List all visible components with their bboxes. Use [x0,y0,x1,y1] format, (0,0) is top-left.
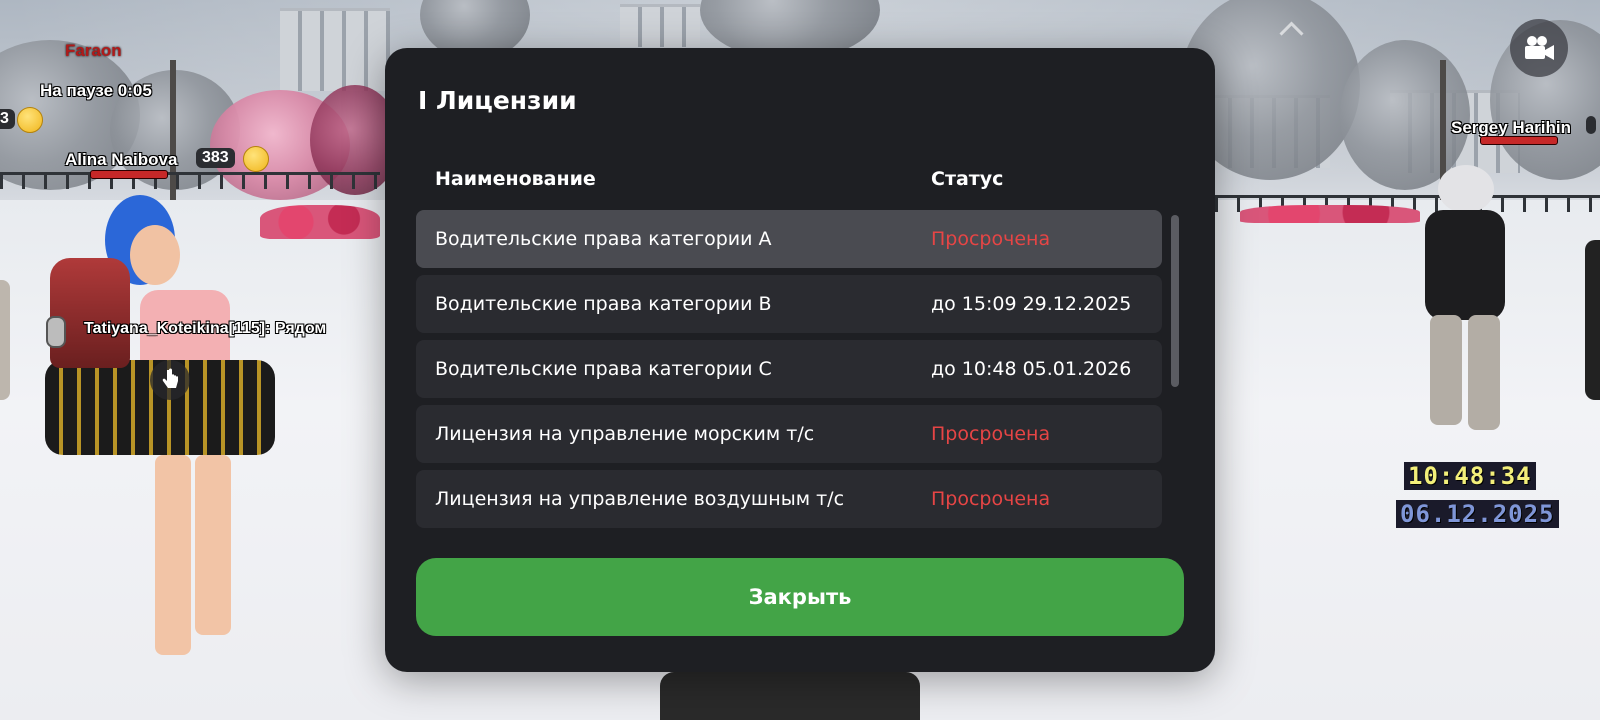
license-row[interactable]: Водительские права категории A Просрочен… [416,210,1162,268]
health-bar-alina [90,170,168,179]
character-leg [1468,315,1500,430]
license-row[interactable]: Лицензия на управление морским т/с Проср… [416,405,1162,463]
health-bar-sergey [1480,136,1558,145]
level-badge-alina: 383 [196,148,235,168]
license-name: Лицензия на управление воздушным т/с [435,488,845,510]
scooter [50,258,130,368]
hand-pointer-icon[interactable] [150,360,190,400]
close-button[interactable]: Закрыть [416,558,1184,636]
hand-pointer-glyph [162,368,178,388]
chat-bubble-tatiyana: Tatiyana_Koteikina[115]: Рядом [84,320,327,337]
game-clock-time: 10:48:34 [1404,462,1536,490]
column-header-status: Статус [931,168,1004,190]
sleepy-face-emoji-icon [17,107,43,133]
partial-character-edge [0,280,10,400]
nickname-alina: Alina Naibova [65,150,178,169]
partial-character-edge [1585,240,1600,400]
license-status: до 10:48 05.01.2026 [931,358,1132,380]
license-name: Водительские права категории C [435,358,772,380]
license-name: Лицензия на управление морским т/с [435,423,815,445]
flowerbed [1240,205,1420,223]
licenses-modal: I Лицензии Наименование Статус Водительс… [385,48,1215,672]
background-building [620,4,700,47]
character-shirt [1425,210,1505,320]
list-scrollbar[interactable] [1171,215,1179,387]
license-status: Просрочена [931,488,1051,510]
license-status: Просрочена [931,423,1051,445]
player-character-center [660,672,920,720]
license-name: Водительские права категории A [435,228,772,250]
license-name: Водительские права категории B [435,293,772,315]
character-cap [1438,165,1494,213]
game-clock-date: 06.12.2025 [1396,500,1559,528]
sleepy-face-emoji-icon [243,146,269,172]
character-face [130,225,180,285]
character-leg [155,455,191,655]
level-badge-partial-right [1586,116,1596,134]
camera-glyph [1525,36,1554,60]
column-header-name: Наименование [435,168,596,190]
character-leg [1430,315,1462,425]
pause-indicator: На паузе 0:05 [40,81,152,100]
nickname-faraon: Faraon [65,41,122,60]
license-row[interactable]: Водительские права категории B до 15:09 … [416,275,1162,333]
license-row[interactable]: Водительские права категории C до 10:48 … [416,340,1162,398]
park-fence [0,172,380,189]
modal-title: I Лицензии [418,86,577,115]
license-status: до 15:09 29.12.2025 [931,293,1132,315]
microphone-icon [46,316,66,348]
licenses-list[interactable]: Водительские права категории A Просрочен… [416,210,1162,572]
license-status: Просрочена [931,228,1051,250]
character-leg [195,455,231,635]
level-badge-partial: 3 [0,109,15,129]
background-building [280,8,390,91]
license-row[interactable]: Лицензия на управление воздушным т/с Про… [416,470,1162,528]
nickname-sergey: Sergey Harihin [1451,118,1571,137]
video-camera-icon[interactable] [1510,19,1568,77]
player-character-right [1410,165,1520,445]
